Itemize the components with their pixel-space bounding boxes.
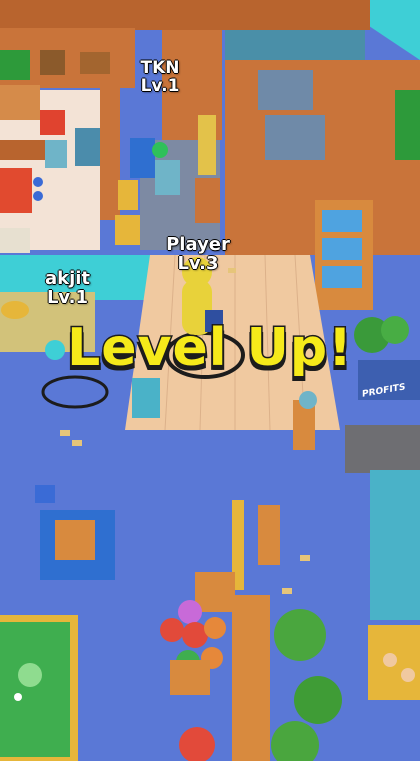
green-board [0, 50, 30, 80]
picture-frame [80, 52, 110, 74]
stool [33, 177, 43, 187]
level-up-banner: Level Up! [66, 317, 354, 380]
water-cooler [155, 160, 180, 195]
planter [195, 572, 235, 612]
balloon [204, 617, 226, 639]
vending-machine [45, 140, 67, 168]
shelf-glass [322, 238, 362, 260]
shelf-glass [322, 266, 362, 288]
balloon [178, 600, 202, 624]
dining-table [0, 168, 32, 213]
shelf [198, 115, 216, 175]
office-map [0, 0, 420, 761]
box [170, 660, 210, 695]
player-label-akjit: akjit Lv.1 [25, 269, 110, 308]
cabinet [132, 378, 160, 418]
window [258, 70, 313, 110]
room-wall [100, 80, 120, 220]
paper-scrap [72, 440, 82, 446]
kitchen-cabinet [0, 85, 40, 120]
grey-sofa [345, 425, 420, 473]
chair [35, 485, 55, 503]
food-item [401, 668, 415, 682]
glass-wall [370, 470, 420, 620]
palm-tree [274, 609, 326, 661]
pool-table-light [18, 663, 42, 687]
wall-section [232, 595, 270, 761]
back-wall [0, 0, 370, 30]
player-level: Lv.3 [177, 252, 219, 274]
cabinet [258, 505, 280, 565]
room-wall [225, 60, 420, 75]
paper-scrap [282, 588, 292, 594]
sofa [0, 228, 30, 253]
vending-machine [75, 128, 100, 166]
upper-room-floor [225, 30, 365, 60]
balloon [160, 618, 184, 642]
balloon [182, 622, 208, 648]
player-level: Lv.1 [46, 286, 89, 308]
player-level: Lv.1 [140, 75, 180, 96]
yellow-chair [115, 215, 140, 245]
rival-character[interactable] [152, 142, 168, 158]
paper-scrap [60, 430, 70, 436]
yellow-chair [118, 180, 138, 210]
food-item [383, 653, 397, 667]
blue-cabinet [130, 138, 155, 178]
green-board [395, 90, 420, 160]
box [55, 520, 95, 560]
paper-scrap [300, 555, 310, 561]
cabinet [195, 178, 220, 223]
palm-tree [294, 676, 342, 724]
pool-ball [14, 693, 22, 701]
player-label-tkn: TKN Lv.1 [120, 59, 200, 96]
game-scene[interactable]: TKN Lv.1 Player Lv.3 akjit Lv.1 PROFITS … [0, 0, 420, 761]
fridge [40, 110, 65, 135]
picture-frame [40, 50, 65, 75]
pool-table [0, 622, 70, 757]
water-bottle [299, 391, 317, 409]
player-label-self: Player Lv.3 [148, 235, 248, 274]
shelf-glass [322, 210, 362, 232]
stool [33, 191, 43, 201]
window [265, 115, 325, 160]
